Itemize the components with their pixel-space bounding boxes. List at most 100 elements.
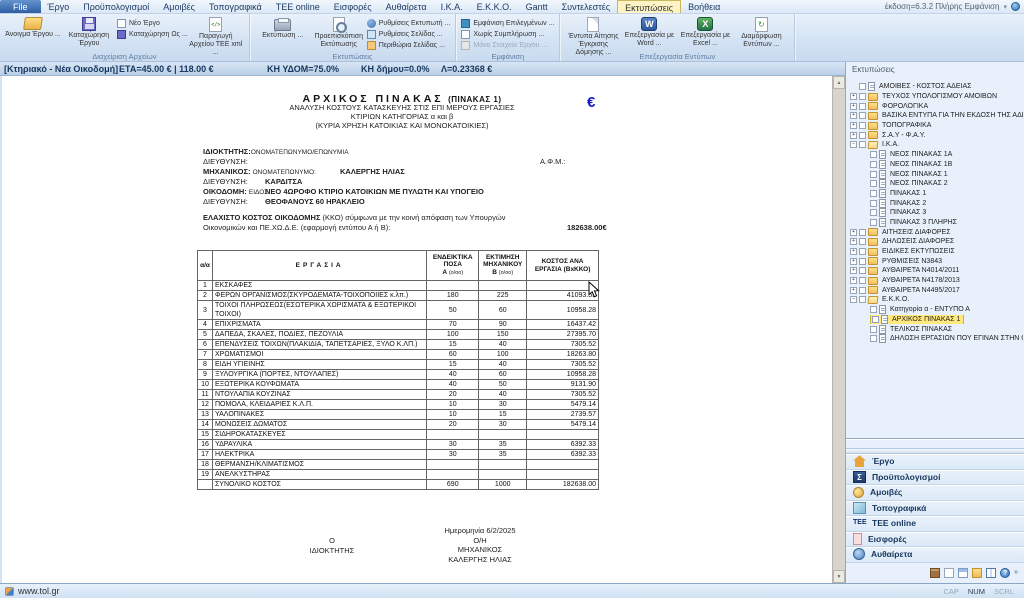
tree-item[interactable]: +ΑΥΘΑΙΡΕΤΑ Ν4014/2011 [848, 266, 1023, 276]
checkbox[interactable] [859, 258, 866, 265]
expand-icon[interactable]: + [850, 248, 857, 255]
checkbox[interactable] [870, 335, 877, 342]
nav-item[interactable]: Αυθαίρετα [846, 547, 1024, 563]
menu-tab[interactable]: Αυθαίρετα [379, 0, 434, 13]
tree-item[interactable]: +ΤΟΠΟΓΡΑΦΙΚΑ [848, 121, 1023, 131]
menu-tab[interactable]: Συντελεστές [555, 0, 618, 13]
tree-item[interactable]: +ΑΙΤΗΣΕΙΣ ΔΙΑΦΟΡΕΣ [848, 227, 1023, 237]
tree-item[interactable]: +ΡΥΘΜΙΣΕΙΣ Ν3843 [848, 256, 1023, 266]
checkbox[interactable] [870, 326, 877, 333]
nav-item[interactable]: Εισφορές [846, 532, 1024, 548]
tree-item[interactable]: −Ε.Κ.Κ.Ο. [848, 295, 1023, 305]
ribbon-button[interactable]: Επεξεργασία με Word ... [621, 16, 677, 48]
nav-item[interactable]: Έργο [846, 454, 1024, 470]
tree-item[interactable]: −Ι.Κ.Α. [848, 140, 1023, 150]
checkbox[interactable] [859, 229, 866, 236]
tree-item[interactable]: +ΕΙΔΙΚΕΣ ΕΚΤΥΠΩΣΕΙΣ [848, 247, 1023, 257]
checkbox[interactable] [870, 161, 877, 168]
chevron-down-icon[interactable]: ▾ [1003, 3, 1007, 11]
tree-item[interactable]: ΠΙΝΑΚΑΣ 3 [848, 208, 1023, 218]
checkbox[interactable] [872, 316, 879, 323]
expand-icon[interactable]: + [850, 93, 857, 100]
ribbon-button[interactable]: Διαμόρφωση Εντύπων ... [733, 16, 789, 49]
expand-icon[interactable]: + [850, 132, 857, 139]
tree-item[interactable]: +ΤΕΥΧΟΣ ΥΠΟΛΟΓΙΣΜΟΥ ΑΜΟΙΒΩΝ [848, 92, 1023, 102]
ribbon-button[interactable]: Ρυθμίσεις Εκτυπωτή ... [367, 19, 451, 28]
checkbox[interactable] [859, 132, 866, 139]
menu-tab[interactable]: Εισφορές [327, 0, 379, 13]
menu-tab[interactable]: Εκτυπώσεις [617, 0, 681, 13]
menu-tab[interactable]: Προϋπολογισμοί [76, 0, 156, 13]
checkbox[interactable] [859, 122, 866, 129]
nav-item[interactable]: ΤΕΕ online [846, 516, 1024, 532]
tree-item[interactable]: ΝΕΟΣ ΠΙΝΑΚΑΣ 2 [848, 179, 1023, 189]
tree-item[interactable]: ΔΗΛΩΣΗ ΕΡΓΑΣΙΩΝ ΠΟΥ ΕΓΙΝΑΝ ΣΤΗΝ ΟΙΚΟΔ [848, 334, 1023, 344]
checkbox[interactable] [870, 171, 877, 178]
expand-icon[interactable]: + [850, 267, 857, 274]
expand-icon[interactable]: + [850, 277, 857, 284]
tree-item[interactable]: ΠΙΝΑΚΑΣ 2 [848, 198, 1023, 208]
menu-tab[interactable]: ΤΕΕ online [269, 0, 327, 13]
more-icon[interactable]: » [1014, 568, 1018, 578]
ribbon-button[interactable]: Προεπισκόπιση Εκτύπωσης [311, 16, 367, 49]
tree-item[interactable]: ΤΕΛΙΚΟΣ ΠΙΝΑΚΑΣ [848, 324, 1023, 334]
ribbon-button[interactable]: Επεξεργασία με Excel ... [677, 16, 733, 48]
checkbox[interactable] [859, 296, 866, 303]
tree-item[interactable]: ΝΕΟΣ ΠΙΝΑΚΑΣ 1Α [848, 150, 1023, 160]
tree-item[interactable]: +ΔΗΛΩΣΕΙΣ ΔΙΑΦΟΡΕΣ [848, 237, 1023, 247]
menu-tab[interactable]: Αμοιβές [156, 0, 202, 13]
checkbox[interactable] [870, 219, 877, 226]
tree-item[interactable]: +ΦΟΡΟΛΟΓΙΚΑ [848, 101, 1023, 111]
checkbox[interactable] [870, 200, 877, 207]
bank-icon[interactable] [930, 568, 940, 578]
nav-item[interactable]: Τοπογραφικά [846, 501, 1024, 517]
nav-item[interactable]: Προϋπολογισμοί [846, 470, 1024, 486]
tree-item[interactable]: +Σ.Α.Υ - Φ.Α.Υ. [848, 130, 1023, 140]
checkbox[interactable] [859, 83, 866, 90]
checkbox[interactable] [870, 209, 877, 216]
ribbon-button[interactable]: Άνοιγμα Έργου ... [5, 16, 61, 39]
checkbox[interactable] [870, 306, 877, 313]
ribbon-button[interactable]: Ρυθμίσεις Σελίδας ... [367, 30, 451, 39]
doc-icon[interactable] [944, 568, 954, 578]
ribbon-button[interactable]: Παραγωγή Αρχείου ΤΕΕ xml ... [188, 16, 244, 57]
ribbon-button[interactable]: Χωρίς Συμπλήρωση ... [461, 30, 554, 39]
ribbon-button[interactable]: Έντυπα Αίτησης Έγκρισης Δόμησης ... [565, 16, 621, 57]
tree-item[interactable]: ΝΕΟΣ ΠΙΝΑΚΑΣ 1Β [848, 160, 1023, 170]
ribbon-button[interactable]: Εκτύπωση ... [255, 16, 311, 40]
expand-icon[interactable]: + [850, 229, 857, 236]
checkbox[interactable] [859, 287, 866, 294]
tree-item[interactable]: ΠΙΝΑΚΑΣ 3 ΠΛΗΡΗΣ [848, 218, 1023, 228]
menu-tab[interactable]: Βοήθεια [681, 0, 727, 13]
collapse-icon[interactable]: − [850, 141, 857, 148]
expand-icon[interactable]: + [850, 122, 857, 129]
tree-item[interactable]: ΑΡΧΙΚΟΣ ΠΙΝΑΚΑΣ 1 [848, 315, 1023, 325]
menu-tab[interactable]: Τοπογραφικά [202, 0, 269, 13]
table-icon[interactable] [958, 568, 968, 578]
document-scrollbar[interactable]: ▲ ▼ [832, 76, 845, 583]
checkbox[interactable] [859, 112, 866, 119]
scroll-up-icon[interactable]: ▲ [833, 76, 845, 89]
collapse-icon[interactable]: − [850, 296, 857, 303]
menu-tab[interactable]: Ι.Κ.Α. [434, 0, 470, 13]
help-icon[interactable] [1011, 2, 1020, 11]
folder-icon[interactable] [972, 568, 982, 578]
checkbox[interactable] [859, 267, 866, 274]
checkbox[interactable] [870, 190, 877, 197]
checkbox[interactable] [859, 238, 866, 245]
website-link[interactable]: www.tol.gr [18, 586, 60, 596]
expand-icon[interactable]: + [850, 287, 857, 294]
tree-item[interactable]: +ΒΑΣΙΚΑ ΕΝΤΥΠΑ ΓΙΑ ΤΗΝ ΕΚΔΟΣΗ ΤΗΣ ΑΔΕΙΑΣ [848, 111, 1023, 121]
checkbox[interactable] [859, 141, 866, 148]
checkbox[interactable] [859, 277, 866, 284]
checkbox[interactable] [870, 180, 877, 187]
expand-icon[interactable]: + [850, 112, 857, 119]
ribbon-button[interactable]: Περιθώρια Σελίδας ... [367, 41, 451, 50]
nav-item[interactable]: Αμοιβές [846, 485, 1024, 501]
checkbox[interactable] [870, 151, 877, 158]
menu-tab[interactable]: Ε.Κ.Κ.Ο. [470, 0, 519, 13]
tree-item[interactable]: +ΑΥΘΑΙΡΕΤΑ Ν4495/2017 [848, 285, 1023, 295]
checkbox[interactable] [859, 103, 866, 110]
columns-icon[interactable] [986, 568, 996, 578]
tree-item[interactable]: ΠΙΝΑΚΑΣ 1 [848, 189, 1023, 199]
